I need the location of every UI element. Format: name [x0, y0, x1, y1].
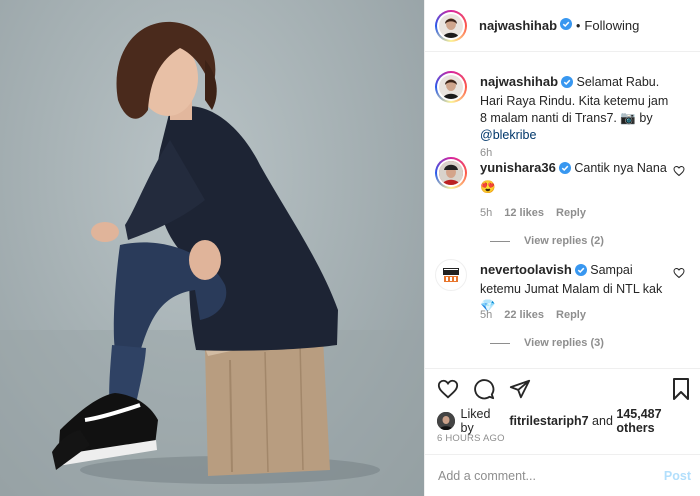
- action-icons: [437, 378, 531, 403]
- comment-like-heart-icon[interactable]: [673, 267, 685, 282]
- view-replies-label[interactable]: View replies (3): [524, 337, 604, 349]
- photo-illustration: [0, 21, 424, 496]
- share-icon[interactable]: [509, 378, 531, 403]
- comment-icon[interactable]: [473, 378, 495, 403]
- camera-emoji-icon: 📷: [620, 111, 636, 125]
- bookmark-icon[interactable]: [671, 378, 691, 403]
- avatar-portrait-icon: [443, 79, 459, 99]
- comment-body: nevertoolavish Sampai ketemu Jumat Malam…: [480, 261, 675, 315]
- comment-emoji: 😍: [480, 180, 496, 194]
- replies-divider: [490, 342, 510, 344]
- view-replies-label[interactable]: View replies (2): [524, 235, 604, 247]
- following-button[interactable]: Following: [584, 18, 639, 33]
- comment-meta: 5h 12 likes Reply: [480, 207, 586, 219]
- comment-time[interactable]: 5h: [480, 207, 492, 219]
- post-header: najwashihab • Following: [425, 0, 700, 52]
- heart-icon[interactable]: [437, 378, 459, 403]
- post-comment-button[interactable]: Post: [664, 469, 691, 483]
- comment-meta: 5h 22 likes Reply: [480, 309, 586, 321]
- comment-reply-button[interactable]: Reply: [556, 207, 586, 219]
- verified-icon: [574, 264, 587, 281]
- post-actions: Liked by fitrilestariph7 and 145,487 oth…: [425, 368, 700, 460]
- post-photo[interactable]: [0, 0, 424, 496]
- caption-mention[interactable]: @blekribe: [480, 128, 536, 142]
- avatar-portrait-icon: [443, 17, 459, 38]
- liked-by-conj: and: [592, 414, 613, 428]
- liked-by-label: Liked by: [460, 407, 491, 435]
- comment-text: Cantik nya Nana: [574, 161, 667, 175]
- likes-summary: Liked by fitrilestariph7 and 145,487 oth…: [437, 407, 700, 435]
- author-avatar[interactable]: [435, 9, 467, 42]
- likes-count[interactable]: 145,487 others: [616, 407, 700, 435]
- view-replies-button[interactable]: View replies (3): [490, 337, 604, 349]
- comment-likes[interactable]: 22 likes: [504, 309, 544, 321]
- caption-time[interactable]: 6h: [480, 147, 492, 159]
- comment-username[interactable]: yunishara36: [480, 160, 556, 175]
- post-timestamp[interactable]: 6 HOURS AGO: [437, 433, 505, 444]
- ntl-logo-icon: [443, 268, 459, 282]
- header-separator: •: [576, 18, 581, 33]
- caption-meta: 6h: [480, 147, 492, 159]
- avatar-portrait-icon: [439, 161, 463, 185]
- comment-body: yunishara36 Cantik nya Nana 😍: [480, 159, 675, 196]
- comment-username[interactable]: nevertoolavish: [480, 262, 572, 277]
- view-replies-button[interactable]: View replies (2): [490, 235, 604, 247]
- liked-by-user[interactable]: fitrilestariph7: [509, 414, 588, 428]
- verified-icon: [561, 76, 574, 93]
- comment-reply-button[interactable]: Reply: [556, 309, 586, 321]
- liker-avatar[interactable]: [437, 412, 455, 430]
- replies-divider: [490, 240, 510, 242]
- commenter-avatar[interactable]: [435, 157, 467, 189]
- author-username[interactable]: najwashihab: [479, 18, 557, 33]
- comments-list[interactable]: najwashihab Selamat Rabu. Hari Raya Rind…: [425, 53, 700, 367]
- comment-likes[interactable]: 12 likes: [504, 207, 544, 219]
- comment-like-heart-icon[interactable]: [673, 165, 685, 180]
- caption-avatar[interactable]: [435, 71, 467, 103]
- caption-by: by: [639, 111, 653, 125]
- add-comment-input[interactable]: [438, 468, 653, 483]
- comment-time[interactable]: 5h: [480, 309, 492, 321]
- caption-username[interactable]: najwashihab: [480, 74, 558, 89]
- verified-icon: [558, 162, 571, 179]
- caption-body: najwashihab Selamat Rabu. Hari Raya Rind…: [480, 73, 675, 144]
- verified-icon: [560, 18, 573, 33]
- commenter-avatar[interactable]: [435, 259, 467, 291]
- add-comment-bar: Post: [425, 454, 700, 496]
- post-details-panel: najwashihab • Following najwashihab Sela…: [424, 0, 700, 496]
